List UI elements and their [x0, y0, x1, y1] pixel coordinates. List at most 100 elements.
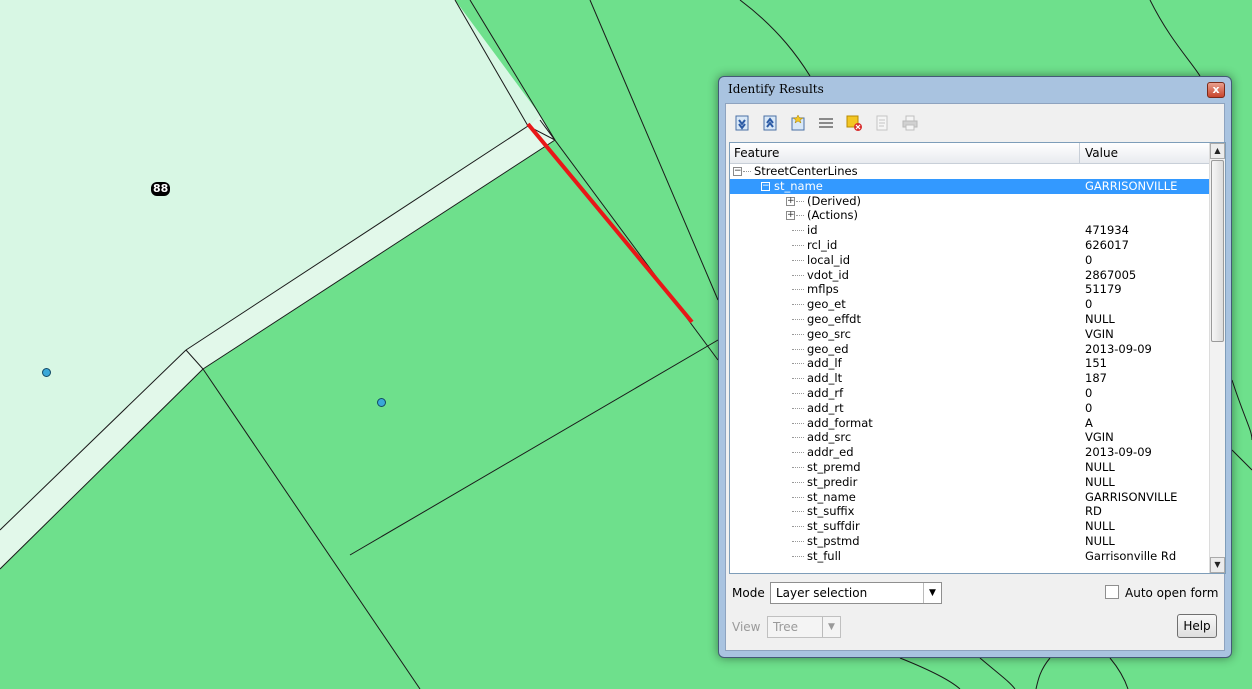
column-header-feature[interactable]: Feature — [734, 146, 779, 160]
actions-label: (Actions) — [807, 208, 858, 223]
attribute-value: Garrisonville Rd — [1085, 548, 1177, 563]
tree-row-derived[interactable]: + (Derived) — [730, 194, 1210, 209]
auto-open-form-checkbox[interactable] — [1105, 585, 1119, 599]
attribute-name: st_suffdir — [807, 519, 860, 534]
attribute-row[interactable]: st_premd NULL — [730, 460, 1210, 475]
attribute-row[interactable]: add_src VGIN — [730, 430, 1210, 445]
attribute-name: geo_effdt — [807, 311, 861, 326]
tree-row-actions[interactable]: + (Actions) — [730, 208, 1210, 223]
attribute-name: geo_et — [807, 297, 846, 312]
attribute-value: VGIN — [1085, 326, 1114, 341]
attribute-row[interactable]: geo_src VGIN — [730, 327, 1210, 342]
column-header-value[interactable]: Value — [1085, 146, 1118, 160]
tree-header: Feature Value — [730, 143, 1210, 164]
attribute-name: add_rf — [807, 385, 844, 400]
attribute-row[interactable]: st_full Garrisonville Rd — [730, 549, 1210, 564]
attribute-name: st_suffix — [807, 504, 855, 519]
attribute-name: st_full — [807, 548, 841, 563]
tree-rows: − StreetCenterLines − st_name GARRISONVI… — [730, 164, 1210, 573]
feature-name: st_name — [774, 178, 823, 193]
attribute-name: add_lf — [807, 356, 842, 371]
mode-label: Mode — [732, 586, 765, 600]
attribute-name: add_format — [807, 415, 873, 430]
attribute-row[interactable]: add_lt 187 — [730, 371, 1210, 386]
address-point[interactable] — [377, 398, 386, 407]
attribute-row[interactable]: st_suffix RD — [730, 504, 1210, 519]
attribute-name: st_predir — [807, 474, 858, 489]
attribute-row[interactable]: geo_effdt NULL — [730, 312, 1210, 327]
attribute-row[interactable]: geo_ed 2013-09-09 — [730, 342, 1210, 357]
expand-all-icon[interactable] — [732, 113, 752, 133]
attribute-value: 151 — [1085, 356, 1107, 371]
expand-icon[interactable]: + — [786, 196, 795, 206]
attribute-row[interactable]: add_lf 151 — [730, 356, 1210, 371]
copy-icon[interactable] — [872, 113, 892, 133]
expand-icon[interactable]: + — [786, 211, 795, 221]
scroll-down-icon[interactable]: ▼ — [1210, 557, 1225, 573]
attribute-value: 0 — [1085, 297, 1093, 312]
open-form-icon[interactable] — [816, 113, 836, 133]
attribute-name: st_name — [807, 489, 856, 504]
attribute-value: 471934 — [1085, 223, 1129, 238]
attribute-row[interactable]: st_pstmd NULL — [730, 534, 1210, 549]
attribute-row[interactable]: st_name GARRISONVILLE — [730, 490, 1210, 505]
close-button[interactable]: x — [1207, 82, 1225, 98]
attribute-value: 51179 — [1085, 282, 1122, 297]
attribute-value: NULL — [1085, 459, 1115, 474]
attribute-name: addr_ed — [807, 445, 854, 460]
attribute-value: 0 — [1085, 385, 1093, 400]
attribute-name: geo_src — [807, 326, 851, 341]
attribute-row[interactable]: local_id 0 — [730, 253, 1210, 268]
attribute-name: add_rt — [807, 400, 844, 415]
tree-scrollbar[interactable]: ▲ ▼ — [1209, 143, 1225, 573]
help-button[interactable]: Help — [1177, 614, 1217, 638]
attribute-row[interactable]: add_format A — [730, 416, 1210, 431]
attribute-value: 0 — [1085, 400, 1093, 415]
scroll-up-icon[interactable]: ▲ — [1210, 143, 1225, 159]
layer-name: StreetCenterLines — [754, 164, 858, 178]
attribute-row[interactable]: st_predir NULL — [730, 475, 1210, 490]
attribute-value: 0 — [1085, 252, 1093, 267]
attribute-row[interactable]: st_suffdir NULL — [730, 519, 1210, 534]
attribute-row[interactable]: addr_ed 2013-09-09 — [730, 445, 1210, 460]
attribute-value: 626017 — [1085, 237, 1129, 252]
attribute-row[interactable]: geo_et 0 — [730, 297, 1210, 312]
results-tree[interactable]: Feature Value − StreetCenterLines − st_n… — [729, 142, 1226, 574]
view-label: View — [732, 620, 761, 634]
tree-row-feature[interactable]: − st_name GARRISONVILLE — [730, 178, 1210, 194]
view-select[interactable]: Tree ▼ — [767, 616, 841, 638]
attribute-value: 187 — [1085, 371, 1107, 386]
attribute-value: 2013-09-09 — [1085, 341, 1152, 356]
address-point[interactable] — [42, 368, 51, 377]
attribute-name: local_id — [807, 252, 851, 267]
clear-highlights-icon[interactable] — [844, 113, 864, 133]
attribute-value: 2867005 — [1085, 267, 1137, 282]
parcel-number-label: 88 — [151, 182, 171, 196]
mode-select[interactable]: Layer selection ▼ — [770, 582, 942, 604]
expand-new-icon[interactable] — [788, 113, 808, 133]
mode-select-value: Layer selection — [776, 586, 868, 600]
derived-label: (Derived) — [807, 193, 862, 208]
collapse-all-icon[interactable] — [760, 113, 780, 133]
attribute-row[interactable]: add_rf 0 — [730, 386, 1210, 401]
collapse-icon[interactable]: − — [761, 181, 770, 191]
dialog-titlebar[interactable]: Identify Results x — [719, 77, 1231, 103]
scroll-thumb[interactable] — [1211, 160, 1224, 342]
collapse-icon[interactable]: − — [733, 167, 742, 176]
attribute-name: add_lt — [807, 371, 843, 386]
attribute-name: geo_ed — [807, 341, 849, 356]
attribute-name: add_src — [807, 430, 852, 445]
attribute-row[interactable]: vdot_id 2867005 — [730, 268, 1210, 283]
attribute-row[interactable]: add_rt 0 — [730, 401, 1210, 416]
attribute-name: st_pstmd — [807, 533, 860, 548]
chevron-down-icon[interactable]: ▼ — [822, 617, 840, 637]
attribute-row[interactable]: mflps 51179 — [730, 282, 1210, 297]
attribute-value: NULL — [1085, 311, 1115, 326]
attribute-row[interactable]: rcl_id 626017 — [730, 238, 1210, 253]
attribute-row[interactable]: id 471934 — [730, 223, 1210, 238]
tree-row-layer[interactable]: − StreetCenterLines — [730, 164, 1210, 179]
identify-toolbar — [732, 110, 920, 136]
print-icon[interactable] — [900, 113, 920, 133]
mode-row: Mode Layer selection ▼ Auto open form — [730, 582, 1222, 604]
chevron-down-icon[interactable]: ▼ — [923, 583, 941, 603]
